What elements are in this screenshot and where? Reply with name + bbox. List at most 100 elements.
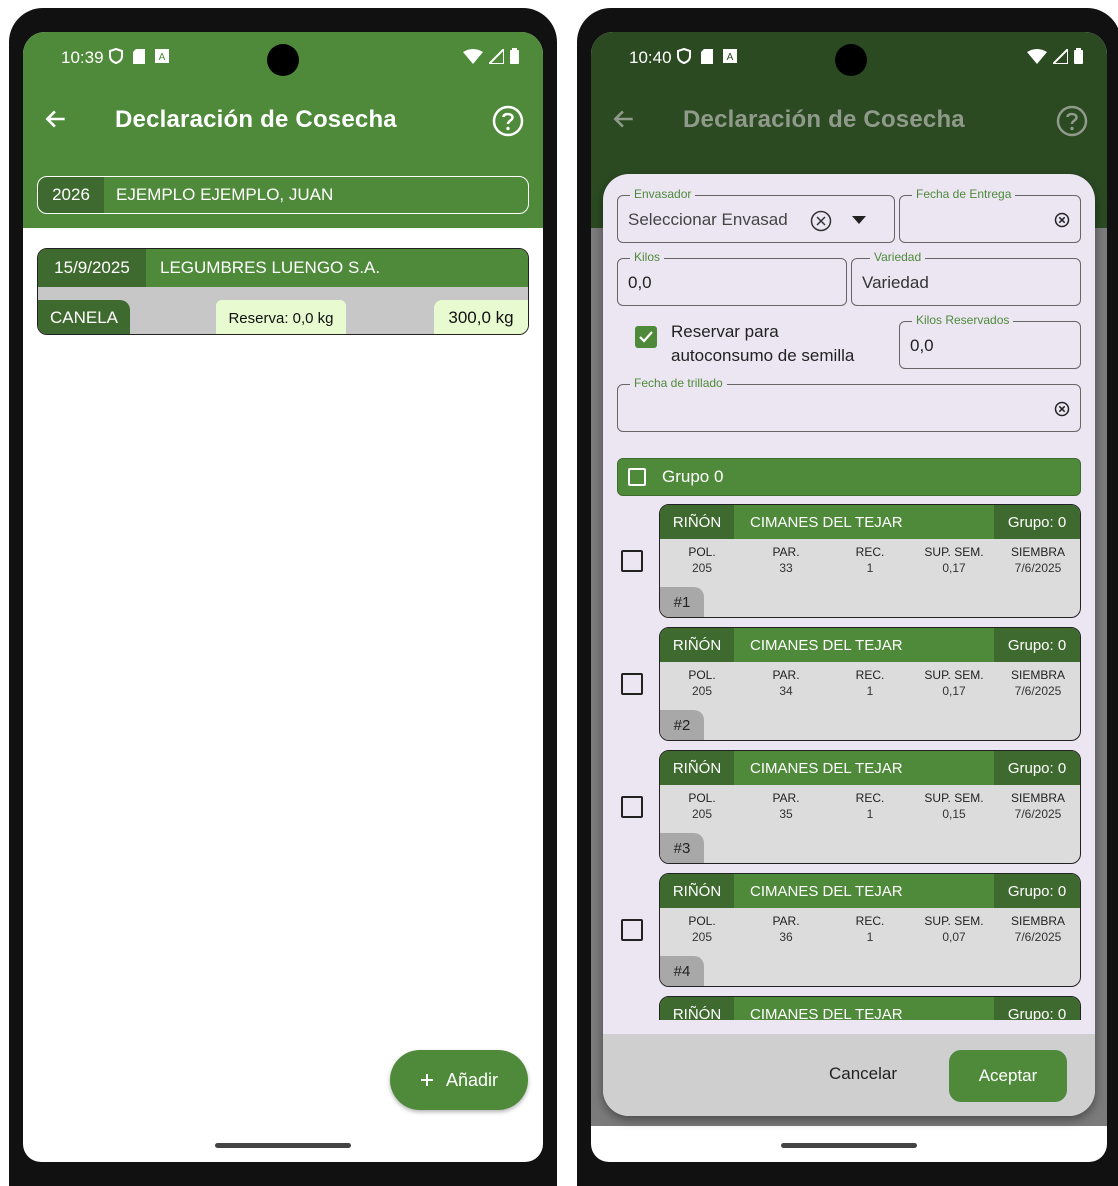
- group-checkbox[interactable]: [628, 468, 646, 486]
- variety-field[interactable]: Variedad Variedad: [851, 250, 1081, 306]
- nav-gesture-bar[interactable]: [781, 1143, 917, 1148]
- accept-button[interactable]: Aceptar: [949, 1050, 1067, 1102]
- plot-location: CIMANES DEL TEJAR: [750, 513, 903, 531]
- plot-col-header: SIEMBRA: [1010, 668, 1065, 682]
- status-bar: 10:40 A: [591, 32, 1107, 84]
- plot-col-header: SIEMBRA: [1010, 791, 1065, 805]
- shield-icon: [109, 48, 123, 64]
- plot-col: PAR. 34: [744, 668, 828, 698]
- help-icon[interactable]: [491, 104, 525, 138]
- plot-col-value: 7/6/2025: [1014, 807, 1062, 821]
- plot-col-header: REC.: [855, 545, 885, 559]
- cancel-button[interactable]: Cancelar: [829, 1064, 897, 1084]
- plot-card-header: RIÑÓN CIMANES DEL TEJAR Grupo: 0: [660, 505, 1080, 539]
- plot-row[interactable]: RIÑÓN CIMANES DEL TEJAR Grupo: 0 POL. 205 PAR…: [603, 627, 1095, 743]
- add-button[interactable]: Añadir: [390, 1050, 528, 1110]
- plot-group: Grupo: 0: [994, 751, 1080, 785]
- clear-icon[interactable]: [1054, 401, 1070, 417]
- back-arrow-icon: [613, 110, 633, 128]
- threshing-date-label: Fecha de trillado: [630, 376, 727, 390]
- phone-right: 10:40 A Declaración de Cosecha Envasador…: [577, 8, 1118, 1186]
- reserve-seed-checkbox[interactable]: [635, 326, 657, 348]
- plot-col: REC. 1: [828, 914, 912, 944]
- plot-col: REC. 1: [828, 791, 912, 821]
- nav-gesture-bar[interactable]: [215, 1143, 351, 1148]
- plot-col-header: SUP. SEM.: [924, 914, 984, 928]
- dropdown-arrow-icon[interactable]: [852, 216, 866, 226]
- help-icon: [1056, 105, 1088, 137]
- status-right-icons: [1027, 48, 1083, 64]
- screen-left: 10:39 A Declaración de Cosecha 2026 EJEM…: [23, 32, 543, 1162]
- plot-card[interactable]: RIÑÓN CIMANES DEL TEJAR Grupo: 0 POL. 205 PAR…: [659, 627, 1081, 741]
- plot-row[interactable]: RIÑÓNCIMANES DEL TEJARGrupo: 0POL.PAR.RE…: [603, 996, 1095, 1020]
- plot-card-header: RIÑÓN CIMANES DEL TEJAR Grupo: 0: [660, 997, 1080, 1020]
- plot-card[interactable]: RIÑÓN CIMANES DEL TEJAR Grupo: 0 POL. 205 PAR…: [659, 504, 1081, 618]
- plot-row[interactable]: RIÑÓN CIMANES DEL TEJAR Grupo: 0 POL. 205 PAR…: [603, 873, 1095, 989]
- delivery-date-label: Fecha de Entrega: [912, 187, 1016, 201]
- group-header[interactable]: Grupo 0: [617, 458, 1081, 496]
- phone-left: 10:39 A Declaración de Cosecha 2026 EJEM…: [9, 8, 557, 1186]
- camera-cutout: [835, 44, 867, 76]
- harvest-kilos: 300,0 kg: [434, 300, 528, 334]
- back-arrow-icon[interactable]: [43, 106, 69, 132]
- reserved-kilos-field[interactable]: Kilos Reservados 0,0: [899, 313, 1081, 369]
- plot-card-header: RIÑÓN CIMANES DEL TEJAR Grupo: 0: [660, 751, 1080, 785]
- status-bar: 10:39 A: [23, 32, 543, 84]
- clear-circle-icon[interactable]: [810, 210, 832, 232]
- wifi-icon: [463, 48, 483, 64]
- plot-location: CIMANES DEL TEJAR: [750, 636, 903, 654]
- plot-col-value: 0,07: [942, 930, 966, 944]
- checkmark-icon: [639, 331, 653, 343]
- screen-right: 10:40 A Declaración de Cosecha Envasador…: [591, 32, 1107, 1162]
- plot-columns: POL. 205 PAR. 33 REC. 1 SUP. SEM. 0,17 SIEMBRA 7/…: [660, 545, 1080, 575]
- status-time: 10:40: [629, 48, 672, 67]
- plot-col-value: 205: [691, 561, 713, 575]
- plot-list[interactable]: RIÑÓN CIMANES DEL TEJAR Grupo: 0 POL. 205 PAR…: [603, 504, 1095, 1020]
- plot-checkbox[interactable]: [621, 673, 643, 695]
- app-bar: Declaración de Cosecha: [23, 84, 543, 162]
- plot-variety: RIÑÓN: [660, 751, 734, 785]
- reserved-kilos-value: 0,0: [910, 336, 934, 355]
- plot-col-header: PAR.: [772, 914, 800, 928]
- plot-col-header: PAR.: [772, 791, 800, 805]
- plot-checkbox[interactable]: [621, 796, 643, 818]
- plot-card-header: RIÑÓN CIMANES DEL TEJAR Grupo: 0: [660, 628, 1080, 662]
- clear-icon[interactable]: [1054, 212, 1070, 228]
- plot-card-header: RIÑÓN CIMANES DEL TEJAR Grupo: 0: [660, 874, 1080, 908]
- plot-col-header: SIEMBRA: [1010, 545, 1065, 559]
- delivery-date-field[interactable]: Fecha de Entrega: [899, 187, 1081, 243]
- shield-icon: [677, 48, 691, 64]
- plot-col-value: 7/6/2025: [1014, 561, 1062, 575]
- campaign-selector[interactable]: 2026 EJEMPLO EJEMPLO, JUAN: [37, 176, 529, 214]
- packer-dropdown[interactable]: Envasador Seleccionar Envasad: [617, 187, 895, 243]
- kilos-value: 0,0: [628, 273, 652, 292]
- harvest-dialog: Envasador Seleccionar Envasad Fecha de E…: [603, 174, 1095, 1116]
- plot-col: REC. 1: [828, 668, 912, 698]
- plot-col-value: 0,17: [942, 684, 966, 698]
- plot-card[interactable]: RIÑÓN CIMANES DEL TEJAR Grupo: 0 POL. 205 PAR…: [659, 750, 1081, 864]
- plot-col-header: POL.: [688, 791, 716, 805]
- plot-location: CIMANES DEL TEJAR: [750, 759, 903, 777]
- plot-row[interactable]: RIÑÓN CIMANES DEL TEJAR Grupo: 0 POL. 205 PAR…: [603, 504, 1095, 620]
- plus-icon: [420, 1074, 433, 1086]
- kilos-label: Kilos: [630, 250, 665, 264]
- plot-checkbox[interactable]: [621, 550, 643, 572]
- plot-col: SUP. SEM. 0,17: [912, 545, 996, 575]
- a-box-icon: A: [155, 49, 169, 63]
- plot-col-header: POL.: [688, 545, 716, 559]
- plot-row[interactable]: RIÑÓN CIMANES DEL TEJAR Grupo: 0 POL. 205 PAR…: [603, 750, 1095, 866]
- app-bar: Declaración de Cosecha: [591, 84, 1107, 162]
- plot-checkbox[interactable]: [621, 919, 643, 941]
- plot-card[interactable]: RIÑÓN CIMANES DEL TEJAR Grupo: 0 POL. 205 PAR…: [659, 873, 1081, 987]
- harvest-card-header: 15/9/2025 LEGUMBRES LUENGO S.A.: [38, 249, 528, 287]
- plot-number: #2: [660, 710, 704, 740]
- threshing-date-field[interactable]: Fecha de trillado: [617, 376, 1081, 432]
- plot-col-header: SUP. SEM.: [924, 668, 984, 682]
- variety-value: Variedad: [862, 273, 929, 292]
- campaign-holder: EJEMPLO EJEMPLO, JUAN: [104, 177, 528, 213]
- plot-variety: RIÑÓN: [660, 997, 734, 1020]
- kilos-field[interactable]: Kilos 0,0: [617, 250, 847, 306]
- plot-col-value: 34: [779, 684, 793, 698]
- plot-card[interactable]: RIÑÓNCIMANES DEL TEJARGrupo: 0POL.PAR.RE…: [659, 996, 1081, 1020]
- harvest-card[interactable]: 15/9/2025 LEGUMBRES LUENGO S.A. CANELA R…: [37, 248, 529, 335]
